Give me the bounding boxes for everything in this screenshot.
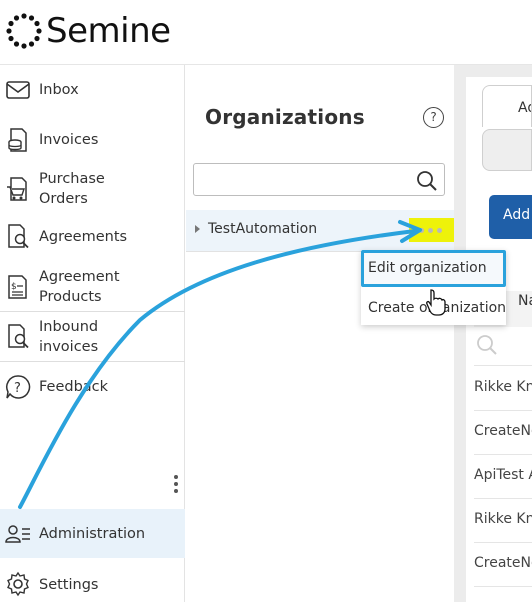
sidebar-item-agreements[interactable]: Agreements: [0, 221, 185, 255]
context-menu: Edit organization Create organization: [361, 250, 506, 325]
divider: [0, 311, 185, 312]
sidebar-item-inbox[interactable]: Inbox: [0, 75, 185, 105]
agreement-products-icon: $: [8, 275, 27, 299]
organization-name[interactable]: TestAutomation: [208, 221, 317, 237]
sidebar-item-label: Inbox: [39, 82, 79, 98]
tab-active[interactable]: Ad: [482, 85, 532, 127]
sidebar-item-label: Purchase Orders: [39, 171, 105, 207]
tab-secondary[interactable]: [482, 129, 532, 171]
sidebar-item-label: Administration: [39, 526, 146, 542]
add-button[interactable]: Add: [489, 195, 532, 239]
table-cell: CreateNe: [474, 555, 532, 571]
sidebar-item-agreement-products[interactable]: $ Agreement Products: [0, 265, 185, 311]
svg-text:$: $: [11, 282, 17, 292]
tree-row[interactable]: TestAutomation: [186, 210, 454, 252]
search-field: [193, 163, 445, 196]
sidebar-item-label: Settings: [39, 577, 99, 593]
administration-icon: [5, 525, 30, 543]
invoices-icon: [8, 128, 27, 152]
sidebar-item-label: Agreement Products: [39, 269, 120, 305]
gear-icon: [7, 571, 29, 597]
search-icon[interactable]: [476, 334, 498, 356]
search-icon[interactable]: [416, 170, 438, 192]
table-row[interactable]: CreateNe: [474, 411, 532, 455]
sidebar-item-settings[interactable]: Settings: [0, 568, 185, 602]
table-cell: Rikke Kn: [474, 379, 532, 395]
inbound-invoices-icon: [8, 324, 29, 349]
sidebar: Inbox Invoices Purchase Orders Agreement…: [0, 65, 185, 602]
sidebar-item-label: Agreements: [39, 229, 128, 245]
table-cell: ApiTest A: [474, 467, 532, 483]
menu-item-edit-organization[interactable]: Edit organization: [361, 250, 506, 287]
more-vertical-icon[interactable]: [174, 475, 180, 497]
sidebar-item-feedback[interactable]: ? Feedback: [0, 371, 185, 403]
search-input[interactable]: [200, 168, 414, 192]
brand-name: Semine: [46, 11, 171, 51]
help-icon[interactable]: ?: [423, 107, 444, 128]
page-title: Organizations: [205, 105, 365, 129]
table-cell: Rikke Kn: [474, 511, 532, 527]
top-bar: Semine: [0, 0, 532, 65]
organizations-panel: Organizations ? TestAutomation: [186, 65, 454, 602]
sidebar-item-administration[interactable]: Administration: [0, 509, 185, 558]
sidebar-item-label: Inbound invoices: [39, 319, 99, 355]
sidebar-item-label: Feedback: [39, 379, 109, 395]
purchase-orders-icon: [7, 177, 27, 201]
table-row[interactable]: ApiTest A: [474, 455, 532, 499]
more-options-button[interactable]: [409, 218, 454, 242]
inbox-icon: [6, 81, 30, 99]
divider: [0, 361, 185, 362]
agreements-icon: [8, 224, 29, 249]
details-panel: Ad Add Nam Rikke Kn CreateNe ApiTest A R…: [454, 65, 532, 602]
column-header-label: Nam: [518, 293, 532, 309]
add-button-label: Add: [503, 207, 531, 223]
feedback-icon: ?: [6, 375, 31, 399]
tab-label: Ad: [518, 100, 531, 116]
sidebar-item-label: Invoices: [39, 132, 99, 148]
sidebar-item-inbound-invoices[interactable]: Inbound invoices: [0, 315, 185, 361]
sidebar-item-purchase-orders[interactable]: Purchase Orders: [0, 167, 185, 211]
sidebar-item-invoices[interactable]: Invoices: [0, 123, 185, 157]
table-row[interactable]: Rikke Kn: [474, 499, 532, 543]
table-cell: CreateNe: [474, 423, 532, 439]
menu-item-create-organization[interactable]: Create organization: [361, 290, 506, 327]
expand-caret-icon[interactable]: [195, 225, 200, 233]
table-row[interactable]: Rikke Kn: [474, 367, 532, 411]
filter-row: [474, 327, 532, 366]
semine-logo-icon: [6, 13, 42, 49]
table-row[interactable]: CreateNe: [474, 543, 532, 587]
svg-text:?: ?: [14, 381, 21, 396]
